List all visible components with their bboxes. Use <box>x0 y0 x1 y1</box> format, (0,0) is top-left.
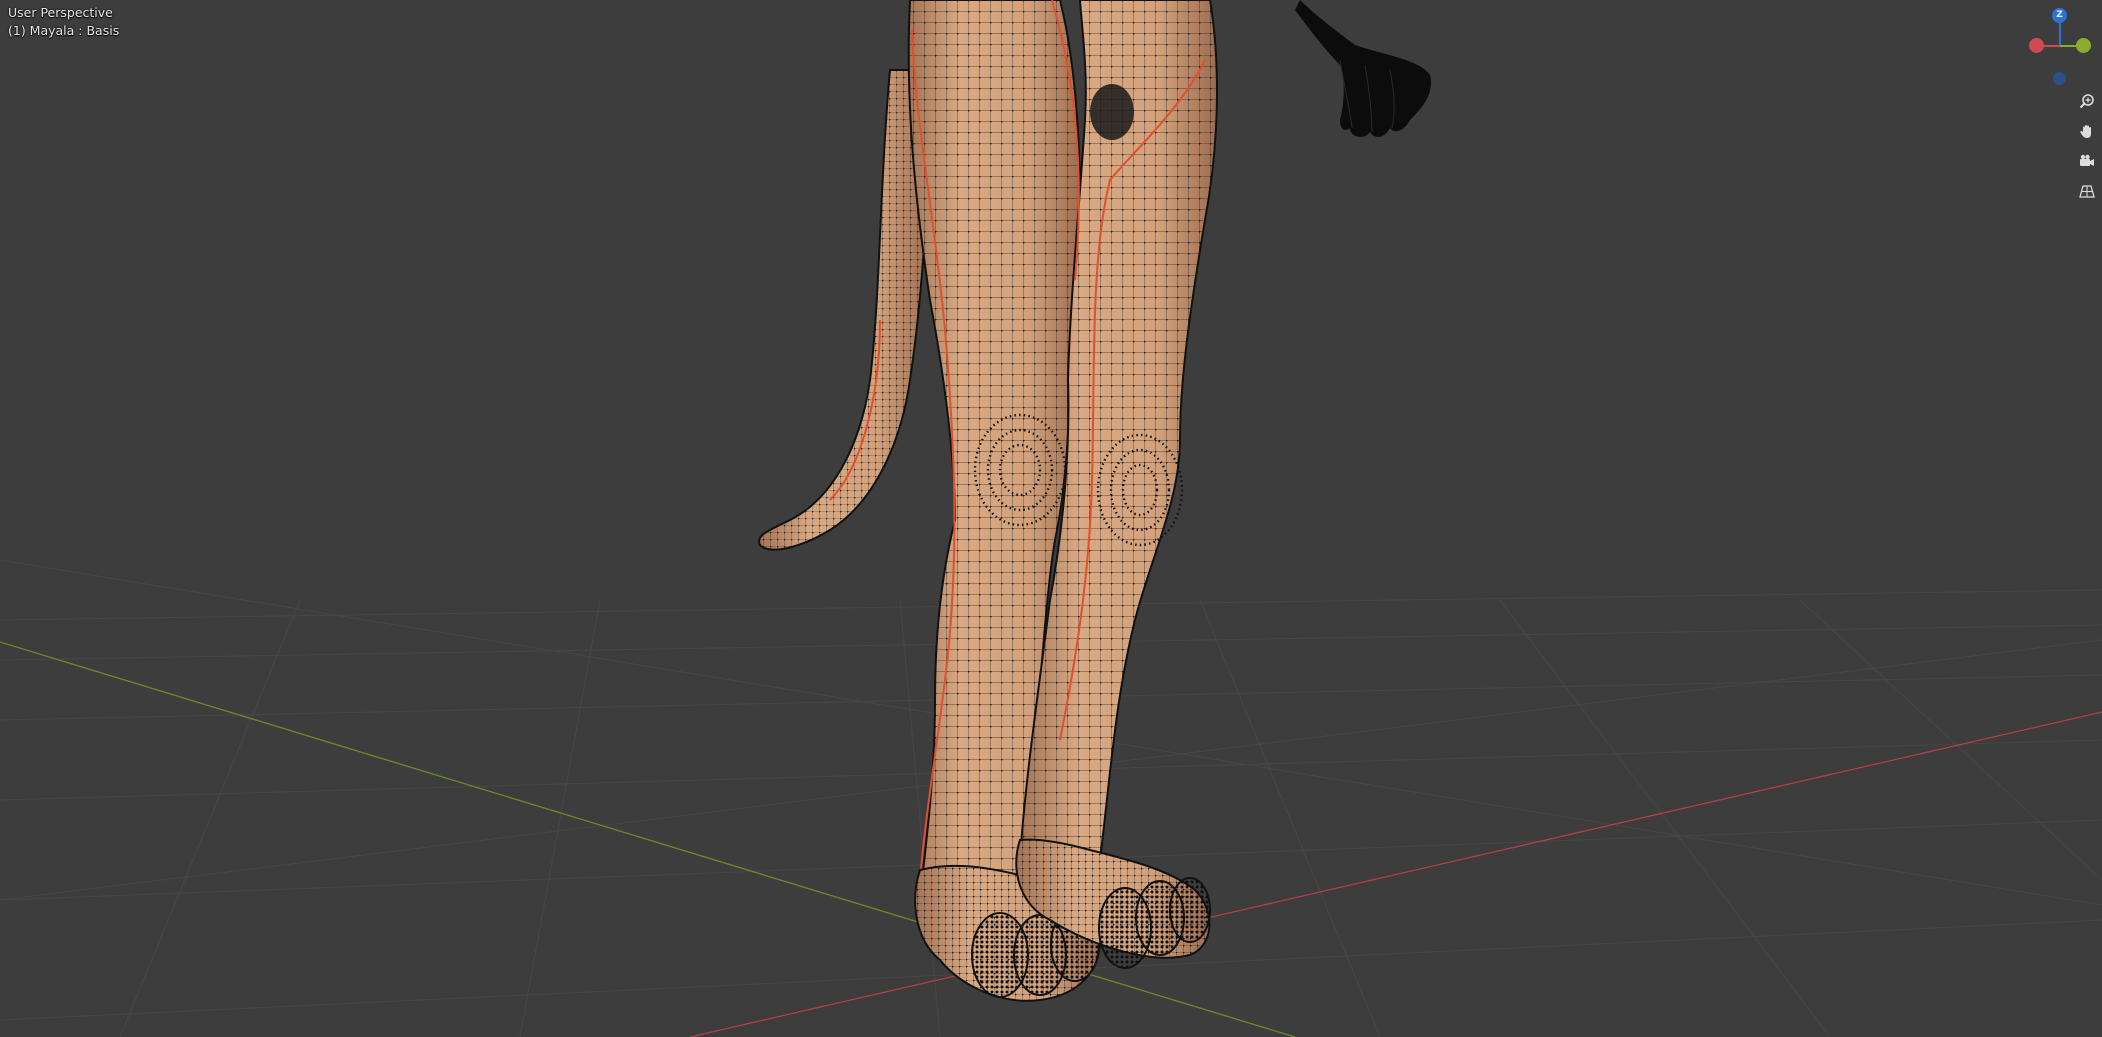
pan-button[interactable] <box>2076 120 2098 142</box>
gizmo-x-axis[interactable] <box>2029 38 2044 53</box>
camera-view-button[interactable] <box>2076 150 2098 172</box>
x-axis-line <box>689 711 2102 1037</box>
gizmo-y-axis[interactable] <box>2076 38 2091 53</box>
navigation-gizmo[interactable]: Z <box>2020 2 2100 86</box>
camera-view-icon <box>2080 154 2094 166</box>
3d-viewport[interactable]: User Perspective (1) Mayala : Basis Z <box>0 0 2102 1037</box>
perspective-grid-icon <box>2079 185 2095 198</box>
gizmo-neg-z-axis[interactable] <box>2053 72 2066 85</box>
zoom-icon <box>2079 94 2094 109</box>
viewport-scene[interactable] <box>0 0 2102 1037</box>
hand-pan-icon <box>2080 125 2091 138</box>
viewport-view-name: User Perspective <box>8 5 113 20</box>
character-mesh[interactable] <box>758 0 1431 1002</box>
hand-mesh <box>1295 0 1431 137</box>
perspective-toggle-button[interactable] <box>2076 180 2098 202</box>
viewport-object-info: (1) Mayala : Basis <box>8 23 120 38</box>
crotch-mesh-detail <box>1090 84 1134 140</box>
gizmo-z-axis[interactable]: Z <box>2052 8 2067 23</box>
zoom-button[interactable] <box>2076 90 2098 112</box>
